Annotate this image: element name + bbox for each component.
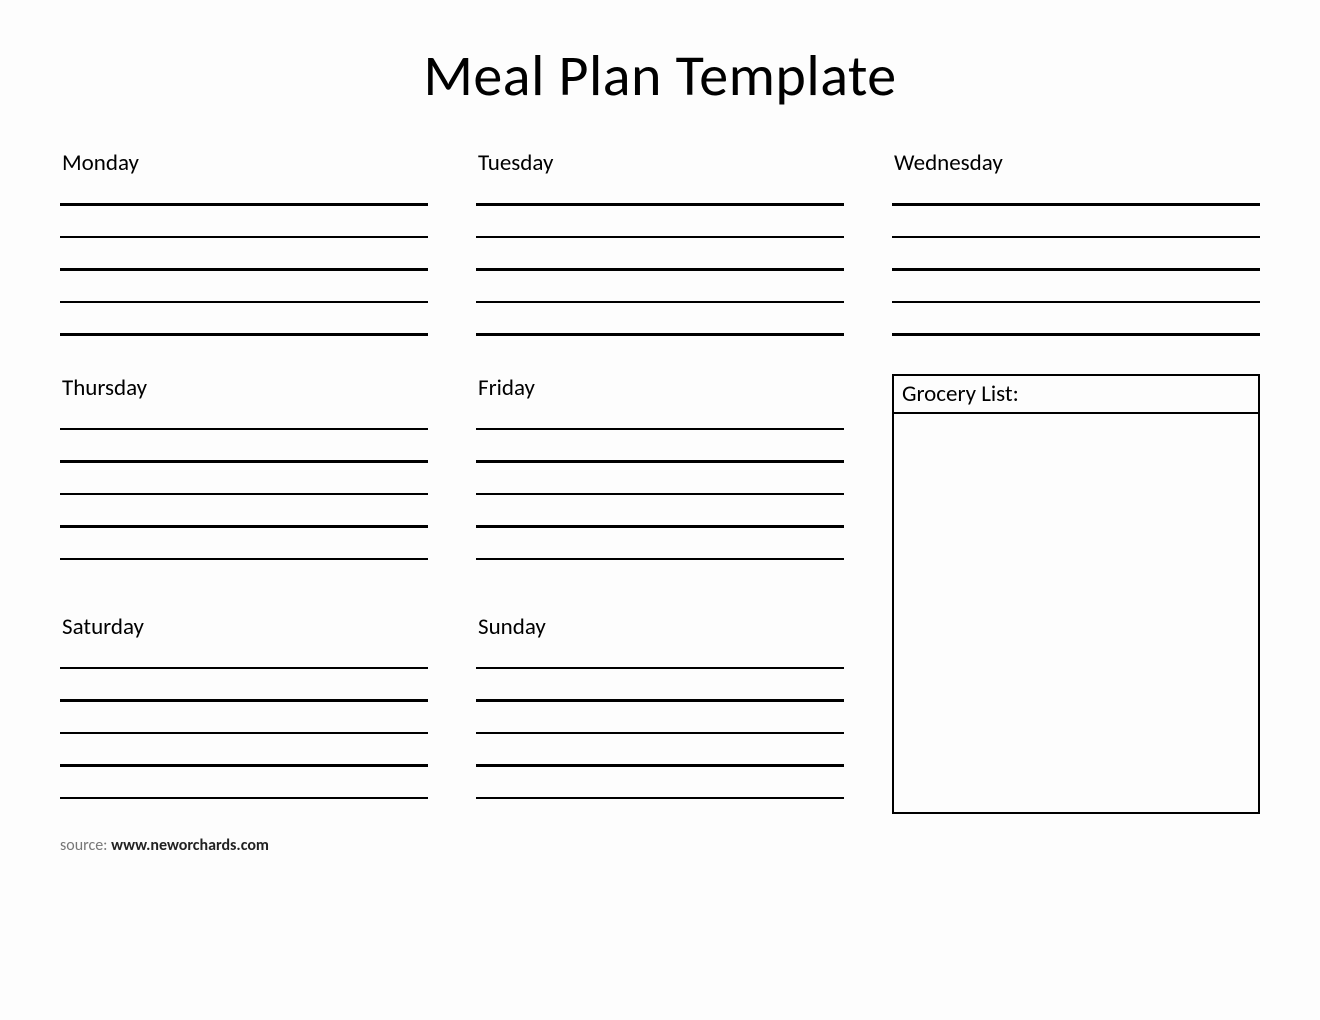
write-line xyxy=(476,301,844,304)
day-label-monday: Monday xyxy=(60,149,428,177)
write-line xyxy=(476,699,844,702)
write-line xyxy=(892,333,1260,336)
write-line xyxy=(60,428,428,431)
day-block-friday: Friday xyxy=(476,374,844,575)
write-line xyxy=(60,203,428,206)
meal-lines xyxy=(60,203,428,336)
day-block-sunday: Sunday xyxy=(476,613,844,814)
day-block-thursday: Thursday xyxy=(60,374,428,575)
source-prefix: source: xyxy=(60,836,111,855)
write-line xyxy=(476,428,844,431)
write-line xyxy=(892,236,1260,239)
write-line xyxy=(892,268,1260,271)
page-title: Meal Plan Template xyxy=(60,40,1260,111)
write-line xyxy=(60,460,428,463)
write-line xyxy=(476,667,844,670)
write-line xyxy=(60,797,428,800)
write-line xyxy=(476,203,844,206)
write-line xyxy=(476,333,844,336)
meal-lines xyxy=(892,203,1260,336)
write-line xyxy=(476,525,844,528)
write-line xyxy=(60,236,428,239)
meal-lines xyxy=(476,203,844,336)
write-line xyxy=(476,460,844,463)
meal-lines xyxy=(476,667,844,800)
day-label-tuesday: Tuesday xyxy=(476,149,844,177)
meal-lines xyxy=(60,667,428,800)
source-attribution: source: www.neworchards.com xyxy=(60,836,1260,855)
day-label-wednesday: Wednesday xyxy=(892,149,1260,177)
write-line xyxy=(476,797,844,800)
write-line xyxy=(476,493,844,496)
grocery-list-block: Grocery List: xyxy=(892,374,1260,814)
write-line xyxy=(60,525,428,528)
write-line xyxy=(60,493,428,496)
write-line xyxy=(60,764,428,767)
meal-lines xyxy=(60,428,428,561)
write-line xyxy=(60,558,428,561)
write-line xyxy=(476,764,844,767)
write-line xyxy=(60,333,428,336)
write-line xyxy=(892,301,1260,304)
grocery-list-label: Grocery List: xyxy=(892,374,1260,414)
day-block-tuesday: Tuesday xyxy=(476,149,844,336)
write-line xyxy=(60,699,428,702)
write-line xyxy=(476,236,844,239)
write-line xyxy=(60,301,428,304)
day-label-thursday: Thursday xyxy=(60,374,428,402)
day-label-saturday: Saturday xyxy=(60,613,428,641)
write-line xyxy=(476,268,844,271)
day-label-sunday: Sunday xyxy=(476,613,844,641)
write-line xyxy=(60,268,428,271)
write-line xyxy=(476,732,844,735)
source-url: www.neworchards.com xyxy=(111,836,269,855)
grocery-list-box xyxy=(892,414,1260,814)
day-block-wednesday: Wednesday xyxy=(892,149,1260,336)
meal-plan-grid: Monday Tuesday Wednesday Thur xyxy=(60,149,1260,814)
write-line xyxy=(60,732,428,735)
write-line xyxy=(476,558,844,561)
day-label-friday: Friday xyxy=(476,374,844,402)
day-block-saturday: Saturday xyxy=(60,613,428,814)
write-line xyxy=(892,203,1260,206)
day-block-monday: Monday xyxy=(60,149,428,336)
write-line xyxy=(60,667,428,670)
meal-lines xyxy=(476,428,844,561)
